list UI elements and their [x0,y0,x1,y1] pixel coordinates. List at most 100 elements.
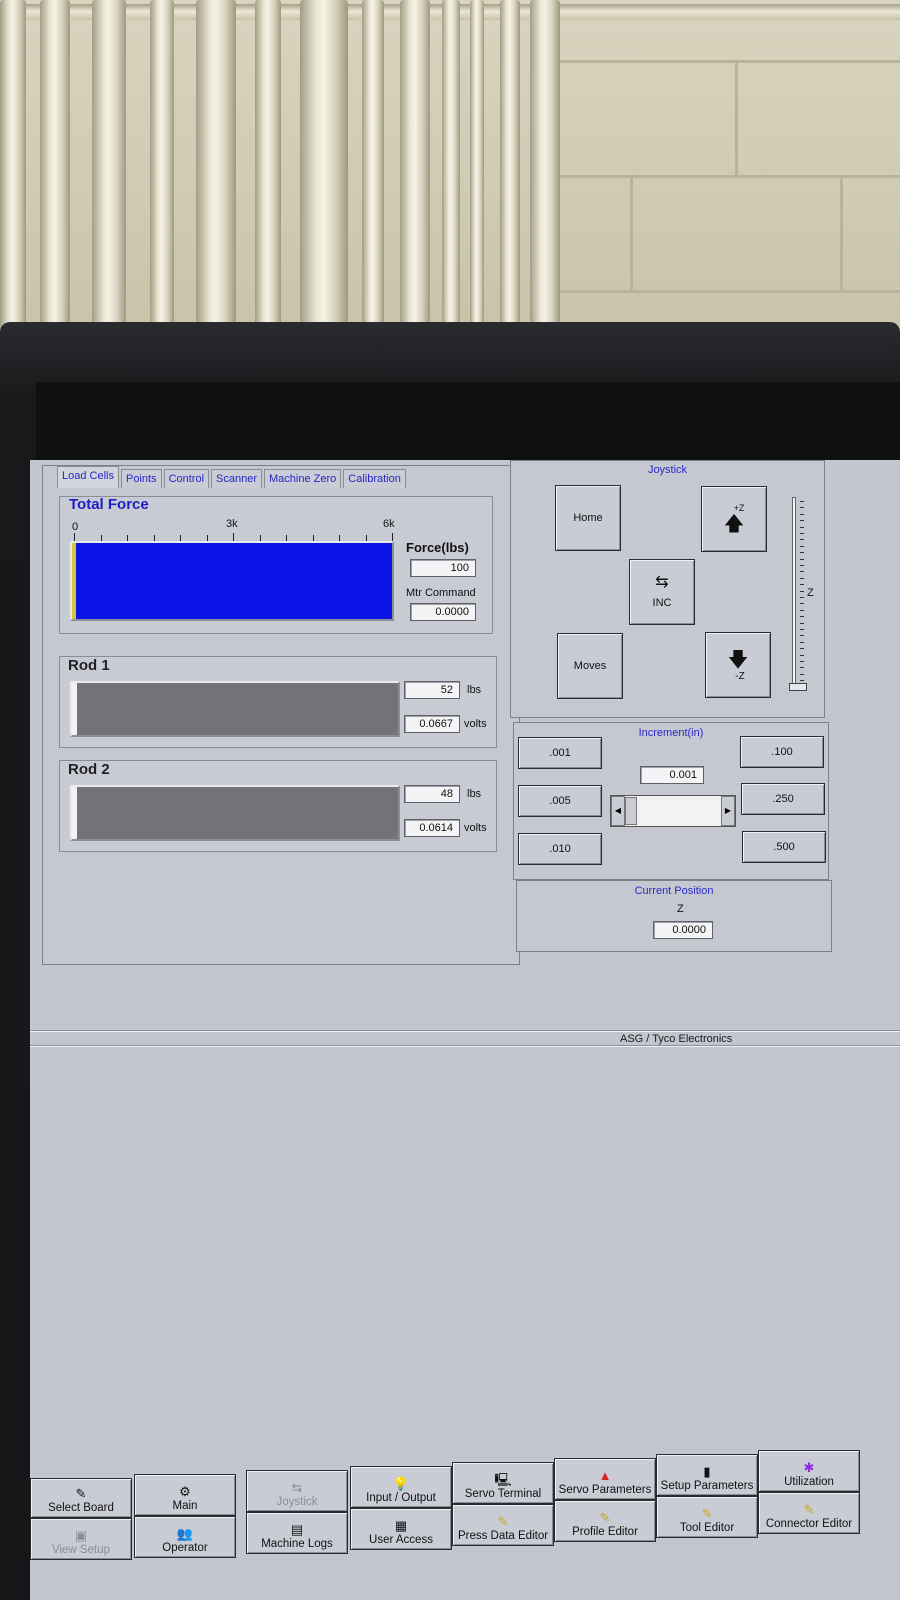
z-slider-tick [800,520,804,522]
scale-tick [74,533,75,541]
setup-parameters-button[interactable]: ▮ Setup Parameters [656,1454,758,1496]
increment-panel: Increment(in) .001 .005 .010 .100 .250 .… [513,722,829,880]
scroll-left-arrow-icon[interactable]: ◀ [611,796,625,826]
tool-editor-button[interactable]: ✎ Tool Editor [656,1496,758,1538]
down-arrow-icon: 🡇 [727,648,749,671]
z-axis-label: Z [807,587,814,599]
force-label: Force(lbs) [406,540,469,555]
load-cells-panel: Load Cells Points Control Scanner Machin… [42,465,520,965]
z-slider-track[interactable] [792,497,796,691]
tab-bar: Load Cells Points Control Scanner Machin… [57,466,408,488]
current-position-axis-label: Z [677,903,684,915]
press-data-editor-button[interactable]: ✎ Press Data Editor [452,1504,554,1546]
rod-1-volts-unit: volts [464,718,487,730]
z-slider-tick [800,539,804,541]
z-slider-tick [800,603,804,605]
plus-z-label: +Z [733,503,745,513]
status-divider [30,1030,900,1032]
z-slider-tick [800,558,804,560]
pipe [400,0,430,345]
machine-logs-button[interactable]: ▤ Machine Logs [246,1512,348,1554]
brick-mortar [540,175,900,178]
moves-button[interactable]: Moves [557,633,623,699]
scale-label-mid: 3k [226,518,238,530]
tab-calibration[interactable]: Calibration [343,469,406,488]
z-slider-tick [800,616,804,618]
brick-mortar [540,290,900,293]
z-slider-tick [800,597,804,598]
z-slider-tick [800,533,804,534]
joystick-icon: ⇆ [291,1480,303,1495]
tab-load-cells[interactable]: Load Cells [57,466,119,488]
scroll-thumb[interactable] [625,797,637,825]
tab-machine-zero[interactable]: Machine Zero [264,469,342,488]
tab-points[interactable]: Points [120,469,162,488]
connector-editor-button[interactable]: ✎ Connector Editor [758,1492,860,1534]
log-icon: ▤ [290,1522,304,1537]
user-access-label: User Access [369,1534,433,1546]
servo-parameters-button[interactable]: ▲ Servo Parameters [554,1458,656,1500]
operator-button[interactable]: 👥 Operator [134,1516,236,1558]
increment-005-button[interactable]: .005 [518,785,602,817]
z-slider-tick [800,641,804,643]
current-position-title: Current Position [634,885,714,897]
servo-terminal-button[interactable]: 🖳 Servo Terminal [452,1462,554,1504]
plus-z-button[interactable]: +Z 🡅 [701,486,767,552]
mtr-command-label: Mtr Command [406,587,476,599]
joystick-button[interactable]: ⇆ Joystick [246,1470,348,1512]
pipe [500,0,520,345]
brick-mortar [540,60,900,63]
increment-scrollbar[interactable]: ◀ ▶ [610,795,736,827]
main-button[interactable]: ⚙ Main [134,1474,236,1516]
pipe [470,0,484,345]
joystick-label: Joystick [276,1496,318,1508]
status-divider [30,1045,900,1047]
inc-icon: ⇆ [655,574,669,591]
home-button[interactable]: Home [555,485,621,551]
view-icon: ▣ [74,1528,88,1543]
view-setup-button[interactable]: ▣ View Setup [30,1518,132,1560]
z-slider-thumb[interactable] [789,683,807,691]
scale-tick [233,533,234,541]
user-access-button[interactable]: ▦ User Access [350,1508,452,1550]
pipe [150,0,174,345]
increment-250-button[interactable]: .250 [741,783,825,815]
rod-2-lbs-field: 48 [404,785,460,803]
profile-editor-button[interactable]: ✎ Profile Editor [554,1500,656,1542]
keypad-icon: ▦ [394,1518,408,1533]
minus-z-button[interactable]: 🡇 -Z [705,632,771,698]
scroll-right-arrow-icon[interactable]: ▶ [721,796,735,826]
tab-scanner[interactable]: Scanner [211,469,263,488]
current-position-panel: Current Position Z 0.0000 [516,880,832,952]
utilization-icon: ✱ [803,1460,815,1475]
rod-2-lbs-unit: lbs [467,788,482,800]
increment-100-button[interactable]: .100 [740,736,824,768]
warning-icon: ▲ [598,1468,612,1483]
rod-2-group: Rod 2 48 lbs 0.0614 volts [59,760,497,852]
inc-button[interactable]: ⇆ INC [629,559,695,625]
scale-tick [392,533,393,541]
increment-001-button[interactable]: .001 [518,737,602,769]
select-board-button[interactable]: ✎ Select Board [30,1478,132,1518]
rod-1-group: Rod 1 52 lbs 0.0667 volts [59,656,497,748]
pipe [442,0,460,345]
pipe [196,0,236,345]
z-slider-tick [800,661,804,662]
increment-010-button[interactable]: .010 [518,833,602,865]
pipe [300,0,348,345]
scale-label-min: 0 [72,521,79,533]
profile-editor-label: Profile Editor [572,1526,638,1538]
scale-label-max: 6k [383,518,395,530]
select-board-label: Select Board [48,1502,114,1514]
input-output-button[interactable]: 💡 Input / Output [350,1466,452,1508]
z-slider-tick [800,501,804,502]
utilization-button[interactable]: ✱ Utilization [758,1450,860,1492]
pencil-icon: ✎ [599,1510,611,1525]
z-slider-tick [800,680,804,682]
rod-1-bar [70,681,400,737]
increment-500-button[interactable]: .500 [742,831,826,863]
pipe [362,0,384,345]
pipe [530,0,560,345]
tab-control[interactable]: Control [163,469,210,488]
rod-2-title: Rod 2 [68,761,110,778]
